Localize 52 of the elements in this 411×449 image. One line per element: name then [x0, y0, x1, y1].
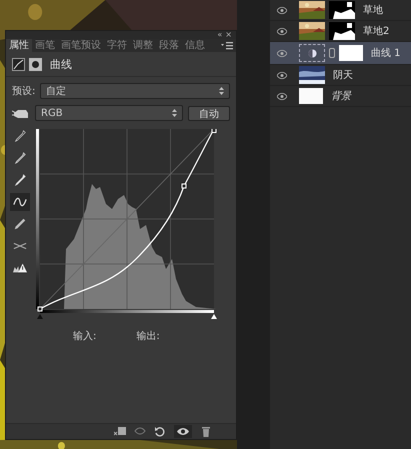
visibility-icon[interactable] — [277, 28, 287, 34]
layer-name: 阴天 — [333, 69, 353, 82]
panel-tab[interactable]: 段落 — [156, 39, 182, 52]
layer-name: 背景 — [331, 90, 351, 103]
dropdown-arrows-icon — [172, 109, 177, 117]
layer-row[interactable]: 背景 — [270, 86, 411, 107]
preset-dropdown[interactable]: 自定 — [40, 83, 230, 99]
panel-tab[interactable]: 画笔 — [32, 39, 58, 52]
layer-name: 草地 — [363, 4, 383, 17]
visibility-icon[interactable] — [277, 92, 287, 100]
panel-title: 曲线 — [50, 56, 72, 72]
panel-tab[interactable]: 字符 — [104, 39, 130, 52]
layer-name: 曲线 1 — [371, 46, 401, 60]
curves-graph[interactable] — [36, 129, 218, 319]
mask-thumbnail[interactable] — [329, 22, 355, 40]
panel-tab[interactable]: 属性 — [6, 39, 32, 52]
clip-icon[interactable] — [114, 426, 126, 437]
eyedropper-icon[interactable] — [13, 151, 27, 165]
view-previous-icon[interactable] — [134, 426, 146, 437]
layer-thumbnail — [299, 88, 323, 104]
adjustment-icon[interactable] — [308, 48, 316, 58]
mask-thumbnail[interactable] — [329, 1, 355, 19]
link-icon[interactable] — [329, 48, 335, 58]
eyedropper-icon[interactable] — [13, 173, 27, 187]
dropdown-arrows-icon — [219, 87, 224, 95]
clipping-warning-icon[interactable] — [13, 261, 27, 275]
layer-name: 草地2 — [363, 24, 390, 38]
panel-tab[interactable]: 信息 — [182, 39, 208, 52]
auto-button[interactable]: 自动 — [188, 106, 230, 120]
panel-tab[interactable]: 画笔预设 — [58, 39, 104, 52]
panel-tab[interactable]: 调整 — [130, 39, 156, 52]
visibility-icon[interactable] — [277, 6, 287, 14]
curves-adjustment-icon[interactable] — [12, 58, 25, 70]
input-label: 输入: — [73, 330, 96, 343]
mask-thumbnail[interactable] — [339, 45, 363, 61]
eyedropper-icon[interactable] — [13, 129, 27, 143]
output-label: 输出: — [136, 330, 160, 343]
preset-label: 预设: — [12, 85, 35, 98]
layer-row[interactable]: 草地 — [270, 0, 411, 21]
layer-row[interactable]: 曲线 1 — [270, 42, 411, 65]
trash-icon[interactable] — [200, 426, 212, 437]
reset-icon[interactable] — [154, 426, 166, 437]
visibility-icon[interactable] — [174, 425, 192, 438]
pencil-icon[interactable] — [13, 217, 27, 231]
channel-dropdown[interactable]: RGB — [35, 105, 183, 121]
panel-control[interactable]: × — [225, 31, 232, 39]
menu-icon[interactable] — [221, 41, 233, 50]
mask-icon[interactable] — [29, 58, 42, 70]
curve-tool-icon[interactable] — [13, 195, 27, 209]
panel-control[interactable]: « — [217, 31, 222, 39]
layer-row[interactable]: 阴天 — [270, 65, 411, 86]
visibility-icon[interactable] — [277, 72, 287, 78]
